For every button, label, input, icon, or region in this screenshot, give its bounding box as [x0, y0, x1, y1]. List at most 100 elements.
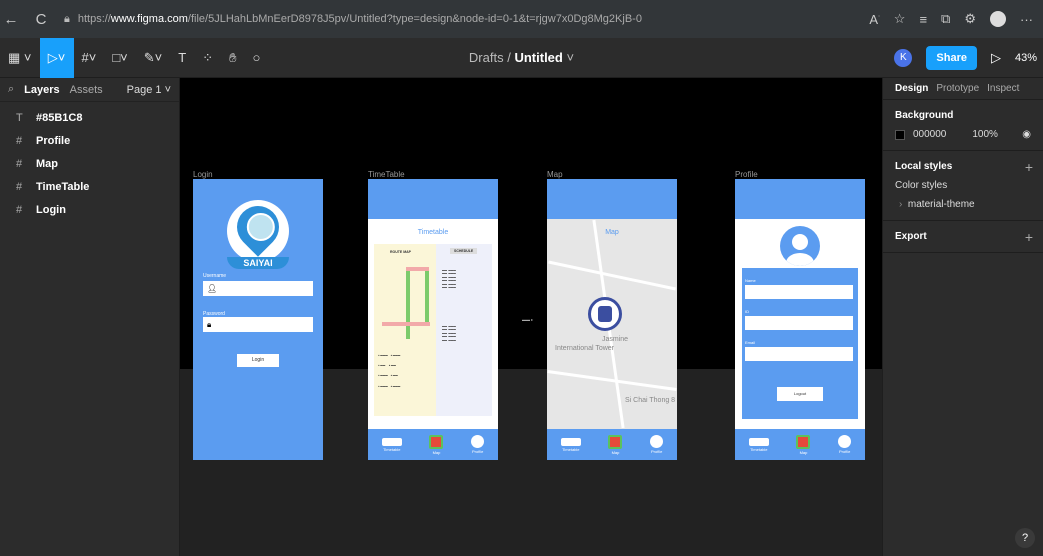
- style-item[interactable]: › material-theme: [895, 199, 1031, 210]
- background-hex[interactable]: 000000: [913, 129, 946, 140]
- layer-item[interactable]: # TimeTable: [0, 175, 179, 198]
- nav-profile[interactable]: Profile: [471, 435, 485, 454]
- resources-icon[interactable]: ⁘: [194, 38, 221, 78]
- breadcrumb-separator: /: [507, 50, 511, 65]
- login-button[interactable]: Login: [237, 354, 279, 367]
- map-place-label: Jasmine: [602, 336, 629, 343]
- tab-layers[interactable]: Layers: [24, 84, 59, 96]
- user-avatar[interactable]: K: [894, 48, 913, 67]
- layer-name: Profile: [36, 134, 71, 147]
- address-bar[interactable]: 🔒︎ https://www.figma.com/file/5JLHahLbMn…: [64, 6, 794, 32]
- extensions-icon[interactable]: ⚙: [964, 11, 976, 27]
- url-prefix: https://: [77, 13, 111, 25]
- frame-label-profile[interactable]: Profile: [735, 170, 758, 179]
- pen-tool-icon[interactable]: ✎˅: [136, 38, 170, 78]
- frame-label-login[interactable]: Login: [193, 170, 213, 179]
- nav-timetable[interactable]: Timetable: [381, 437, 402, 452]
- breadcrumb-drafts[interactable]: Drafts: [469, 50, 504, 65]
- password-input[interactable]: 🔒︎: [203, 317, 313, 332]
- logout-button[interactable]: Logout: [777, 387, 823, 401]
- route-line: [382, 322, 430, 326]
- layer-item[interactable]: # Login: [0, 198, 179, 221]
- file-name[interactable]: Untitled: [514, 50, 562, 65]
- frame-timetable[interactable]: Timetable ROUTE MAP SCHEDULE ▬▬ ▬▬▬ ▬▬ ▬…: [368, 179, 498, 460]
- favorites-bar-icon[interactable]: ≡: [919, 12, 927, 27]
- nav-profile[interactable]: Profile: [650, 435, 664, 454]
- more-icon[interactable]: ···: [1020, 12, 1033, 27]
- frame-layer-icon: #: [16, 203, 23, 216]
- id-field[interactable]: [745, 316, 853, 330]
- frame-login[interactable]: SAIYAI Username 👤︎ Password 🔒︎ Login: [193, 179, 323, 460]
- tab-assets[interactable]: Assets: [70, 84, 103, 96]
- route-line: [425, 269, 429, 324]
- page-selector[interactable]: Page 1 ˅: [127, 84, 171, 96]
- nav-label: Timetable: [562, 446, 580, 452]
- figma-toolbar: ▦ ˅ ▷˅ #˅ □˅ ✎˅ T ⁘ ✋︎ ○ Drafts / Untitl…: [0, 37, 1043, 78]
- frame-label-map[interactable]: Map: [547, 170, 563, 179]
- layer-name: Map: [36, 157, 58, 170]
- layer-item[interactable]: T #85B1C8: [0, 106, 179, 129]
- share-button[interactable]: Share: [926, 45, 977, 70]
- layer-name: TimeTable: [36, 180, 90, 193]
- read-aloud-icon[interactable]: Aᐧ: [869, 12, 879, 27]
- reload-icon[interactable]: C: [30, 11, 52, 28]
- nav-map[interactable]: Map: [429, 434, 444, 455]
- add-style-icon[interactable]: +: [1025, 159, 1033, 175]
- nav-timetable[interactable]: Timetable: [748, 437, 769, 452]
- help-button[interactable]: ?: [1015, 528, 1035, 548]
- background-opacity[interactable]: 100%: [972, 129, 998, 140]
- nav-label: Timetable: [383, 446, 401, 452]
- nav-label: Map: [432, 449, 441, 455]
- email-field[interactable]: [745, 347, 853, 361]
- layer-item[interactable]: # Map: [0, 152, 179, 175]
- bottom-nav: Timetable Map Profile: [368, 429, 498, 460]
- prototype-connector: ▬▬ ▸: [522, 317, 534, 322]
- frame-tool-icon[interactable]: #˅: [74, 38, 105, 78]
- nav-timetable[interactable]: Timetable: [560, 437, 581, 452]
- text-tool-icon[interactable]: T: [170, 38, 194, 78]
- hand-tool-icon[interactable]: ✋︎: [221, 38, 244, 78]
- back-icon[interactable]: ←: [0, 11, 22, 28]
- comment-tool-icon[interactable]: ○: [245, 38, 269, 78]
- name-field[interactable]: [745, 285, 853, 299]
- layer-item[interactable]: # Profile: [0, 129, 179, 152]
- nav-profile[interactable]: Profile: [838, 435, 852, 454]
- browser-profile-icon[interactable]: [990, 11, 1006, 27]
- chevron-down-icon[interactable]: ˅: [566, 50, 574, 65]
- chevron-right-icon: ›: [899, 199, 903, 210]
- tab-prototype[interactable]: Prototype: [936, 83, 979, 94]
- frame-map[interactable]: Map Jasmine International Tower Si Chai …: [547, 179, 677, 460]
- bus-stop-pin[interactable]: [588, 297, 622, 331]
- frame-profile[interactable]: Name ID Email Logout Timetable Map Profi…: [735, 179, 865, 460]
- design-canvas[interactable]: Login SAIYAI Username 👤︎ Password 🔒︎ Log…: [180, 78, 882, 556]
- profile-icon: [838, 435, 852, 448]
- main-menu-icon[interactable]: ▦ ˅: [0, 38, 40, 78]
- profile-icon: [650, 435, 664, 448]
- bus-icon: [748, 437, 769, 446]
- shape-tool-icon[interactable]: □˅: [104, 38, 135, 78]
- route-map-heading: ROUTE MAP: [390, 250, 411, 254]
- collections-icon[interactable]: ⧉: [941, 11, 950, 27]
- present-icon[interactable]: ▷: [991, 50, 1001, 66]
- tab-design[interactable]: Design: [895, 83, 928, 94]
- favorite-icon[interactable]: ☆: [894, 11, 906, 27]
- export-section: Export +: [883, 221, 1043, 253]
- tab-inspect[interactable]: Inspect: [987, 83, 1019, 94]
- style-item-name: material-theme: [907, 199, 975, 210]
- add-export-icon[interactable]: +: [1025, 229, 1033, 245]
- export-title: Export: [895, 231, 927, 242]
- move-tool-icon[interactable]: ▷˅: [39, 37, 74, 78]
- frame-label-timetable[interactable]: TimeTable: [368, 170, 405, 179]
- eye-icon[interactable]: ◉: [1022, 129, 1031, 140]
- url-path: /file/5JLHahLbMnEerD8978J5pv/Untitled?ty…: [187, 13, 642, 25]
- layers-panel-header: ⌕ Layers Assets Page 1 ˅: [0, 78, 179, 102]
- search-icon[interactable]: ⌕: [8, 83, 14, 96]
- nav-label: Profile: [650, 449, 663, 454]
- avatar-icon: [780, 226, 820, 266]
- nav-map[interactable]: Map: [608, 434, 623, 455]
- username-input[interactable]: 👤︎: [203, 281, 313, 296]
- nav-map[interactable]: Map: [796, 434, 811, 455]
- color-swatch[interactable]: [895, 129, 905, 140]
- text-layer-icon: T: [16, 111, 23, 124]
- zoom-level[interactable]: 43%: [1015, 52, 1037, 64]
